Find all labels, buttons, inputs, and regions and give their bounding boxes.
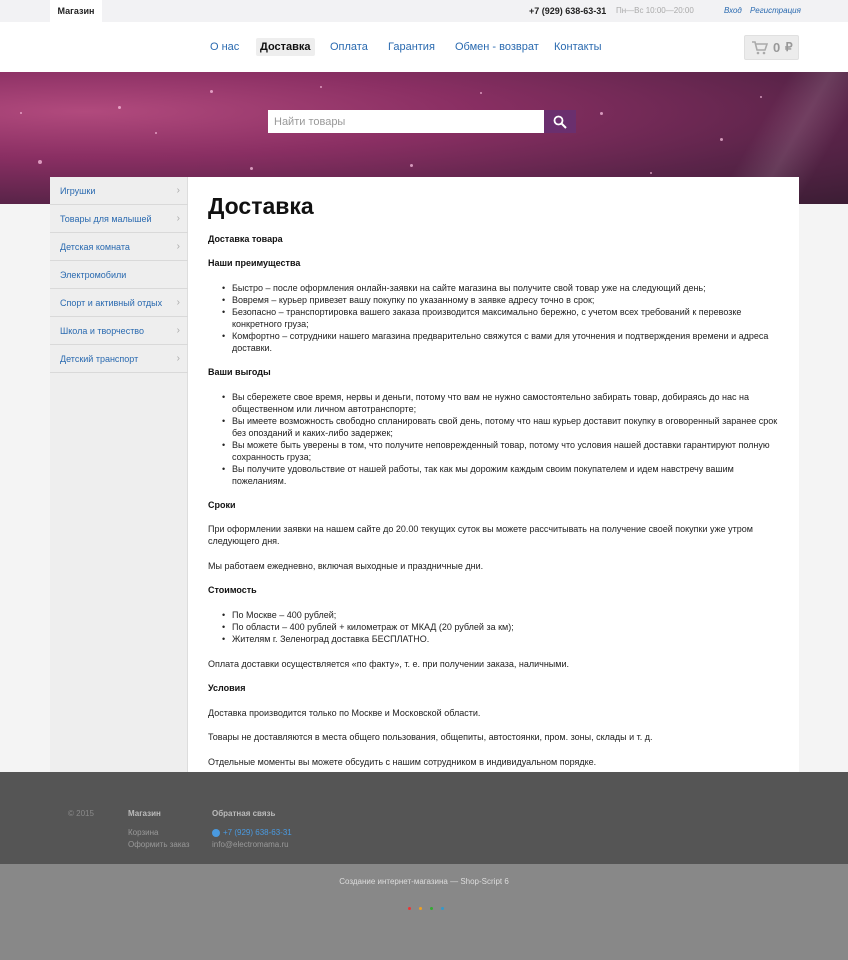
- footer-phone[interactable]: +7 (929) 638-63-31: [212, 828, 292, 837]
- dot-icon: [430, 907, 433, 910]
- heading-delivery-goods: Доставка товара: [208, 234, 283, 244]
- chevron-right-icon: ›: [176, 325, 180, 336]
- list-item: Вы имеете возможность свободно спланиров…: [222, 415, 782, 439]
- chevron-right-icon: ›: [176, 353, 180, 364]
- list-item: Безопасно – транспортировка вашего заказ…: [222, 306, 782, 330]
- list-item: Жителям г. Зеленоград доставка БЕСПЛАТНО…: [222, 633, 782, 645]
- sidebar-item-kids-room[interactable]: Детская комната ›: [50, 233, 188, 261]
- conditions-paragraph-3: Отдельные моменты вы можете обсудить с н…: [208, 757, 597, 767]
- shop-tab[interactable]: Магазин: [50, 0, 102, 22]
- category-sidebar: Игрушки › Товары для малышей › Детская ком…: [50, 177, 188, 796]
- footer-feedback-heading: Обратная связь: [212, 809, 276, 818]
- advantages-list: Быстро – после оформления онлайн-заявки …: [222, 282, 782, 354]
- list-item: Комфортно – сотрудники нашего магазина п…: [222, 330, 782, 354]
- heading-advantages: Наши преимущества: [208, 258, 301, 268]
- copyright: © 2015: [68, 809, 94, 818]
- sidebar-item-sport[interactable]: Спорт и активный отдых ›: [50, 289, 188, 317]
- list-item: По Москве – 400 рублей;: [222, 609, 782, 621]
- dot-icon: [408, 907, 411, 910]
- bottom-bar: Создание интернет-магазина — Shop-Script…: [0, 864, 848, 960]
- cost-paragraph: Оплата доставки осуществляется «по факту…: [208, 659, 569, 669]
- nav-item-about[interactable]: О нас: [206, 38, 243, 56]
- dot-icon: [419, 907, 422, 910]
- sidebar-item-label: Детская комната: [60, 242, 130, 252]
- nav-item-exchange[interactable]: Обмен - возврат: [451, 38, 543, 56]
- footer-email[interactable]: info@electromama.ru: [212, 840, 289, 849]
- nav-item-warranty[interactable]: Гарантия: [384, 38, 439, 56]
- cost-list: По Москве – 400 рублей; По области – 400…: [222, 609, 782, 645]
- sidebar-item-electric-cars[interactable]: Электромобили: [50, 261, 188, 289]
- main-content: Доставка Доставка товара Наши преимущест…: [188, 177, 799, 796]
- top-bar: Магазин +7 (929) 638-63-31 Пн—Вс 10:00—2…: [0, 0, 848, 22]
- sidebar-item-label: Школа и творчество: [60, 326, 144, 336]
- skype-icon: [212, 828, 220, 837]
- sidebar-item-baby[interactable]: Товары для малышей ›: [50, 205, 188, 233]
- header-phone: +7 (929) 638-63-31: [529, 6, 607, 16]
- cart-currency: ₽: [785, 40, 793, 54]
- terms-paragraph: При оформлении заявки на нашем сайте до …: [208, 524, 753, 546]
- list-item: Вы можете быть уверены в том, что получи…: [222, 439, 782, 463]
- chevron-right-icon: ›: [176, 297, 180, 308]
- list-item: Вы получите удовольствие от нашей работы…: [222, 463, 782, 487]
- sidebar-item-label: Электромобили: [60, 270, 127, 280]
- footer-checkout-link[interactable]: Оформить заказ: [128, 840, 190, 849]
- heading-cost: Стоимость: [208, 585, 257, 595]
- nav-item-payment[interactable]: Оплата: [326, 38, 372, 56]
- list-item: По области – 400 рублей + километраж от …: [222, 621, 782, 633]
- register-link[interactable]: Регистрация: [750, 0, 801, 22]
- login-link[interactable]: Вход: [724, 0, 742, 22]
- heading-terms: Сроки: [208, 500, 236, 510]
- footer-cart-link[interactable]: Корзина: [128, 828, 158, 837]
- footer: © 2015 Магазин Корзина Оформить заказ Об…: [0, 772, 848, 864]
- terms-paragraph-2: Мы работаем ежедневно, включая выходные …: [208, 561, 484, 571]
- conditions-paragraph-2: Товары не доставляются в места общего по…: [208, 732, 653, 742]
- cart-button[interactable]: 0 ₽: [744, 35, 799, 60]
- list-item: Быстро – после оформления онлайн-заявки …: [222, 282, 782, 294]
- cart-count: 0: [773, 40, 781, 55]
- sidebar-item-label: Детский транспорт: [60, 354, 139, 364]
- nav-item-delivery[interactable]: Доставка: [256, 38, 315, 56]
- working-hours: Пн—Вс 10:00—20:00: [616, 6, 694, 15]
- chevron-right-icon: ›: [176, 241, 180, 252]
- search-button[interactable]: [544, 110, 576, 133]
- conditions-paragraph-1: Доставка производится только по Москве и…: [208, 708, 481, 718]
- nav-item-contacts[interactable]: Контакты: [550, 38, 606, 56]
- brand-dots: [408, 897, 452, 910]
- footer-shop-heading: Магазин: [128, 809, 161, 818]
- main-nav: О нас Доставка Оплата Гарантия Обмен - в…: [0, 22, 848, 72]
- search-icon: [553, 115, 567, 129]
- cart-icon: [752, 41, 768, 55]
- list-item: Вы сбережете свое время, нервы и деньги,…: [222, 391, 782, 415]
- chevron-right-icon: ›: [176, 185, 180, 196]
- sidebar-item-toys[interactable]: Игрушки ›: [50, 177, 188, 205]
- page-title: Доставка: [208, 193, 314, 219]
- search-input[interactable]: [268, 110, 544, 133]
- dot-icon: [441, 907, 444, 910]
- platform-credit[interactable]: Создание интернет-магазина — Shop-Script…: [0, 877, 848, 886]
- footer-phone-text: +7 (929) 638-63-31: [223, 828, 292, 837]
- heading-conditions: Условия: [208, 683, 246, 693]
- sidebar-item-school[interactable]: Школа и творчество ›: [50, 317, 188, 345]
- chevron-right-icon: ›: [176, 213, 180, 224]
- list-item: Вовремя – курьер привезет вашу покупку п…: [222, 294, 782, 306]
- sidebar-item-transport[interactable]: Детский транспорт ›: [50, 345, 188, 373]
- sidebar-item-label: Товары для малышей: [60, 214, 152, 224]
- heading-benefits: Ваши выгоды: [208, 367, 271, 377]
- benefits-list: Вы сбережете свое время, нервы и деньги,…: [222, 391, 782, 487]
- sidebar-item-label: Спорт и активный отдых: [60, 298, 163, 308]
- sidebar-item-label: Игрушки: [60, 186, 96, 196]
